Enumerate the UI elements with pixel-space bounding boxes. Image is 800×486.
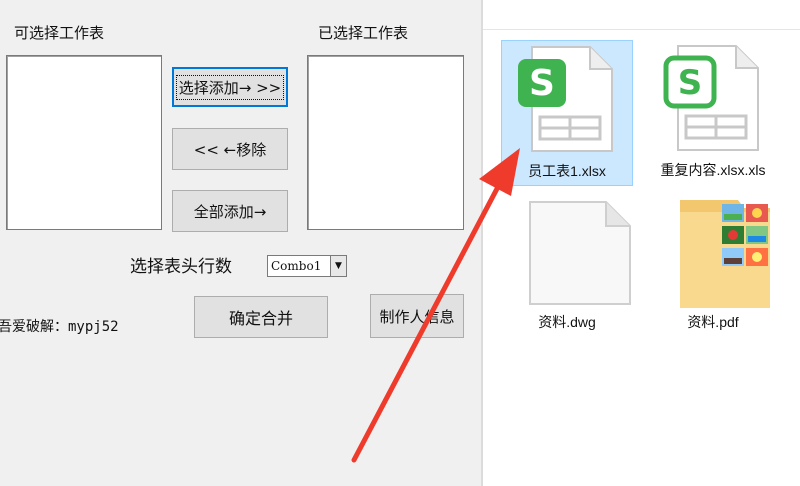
file-name: 资料.pdf bbox=[687, 314, 739, 330]
explorer-header-bar bbox=[483, 0, 800, 30]
blank-file-icon bbox=[529, 201, 631, 305]
file-name: 资料.dwg bbox=[538, 314, 596, 330]
picture-folder-icon bbox=[680, 200, 770, 308]
header-rows-combo[interactable]: Combo1 ▼ bbox=[267, 255, 347, 277]
file-item[interactable]: S 重复内容.xlsx.xls bbox=[647, 40, 779, 186]
file-item[interactable]: S 员工表1.xlsx bbox=[501, 40, 633, 186]
selected-sheets-list[interactable] bbox=[307, 55, 464, 230]
author-info-label: 制作人信息 bbox=[379, 307, 455, 326]
author-info-button[interactable]: 制作人信息 bbox=[370, 294, 464, 338]
available-sheets-label: 可选择工作表 bbox=[14, 24, 105, 42]
credit-text: 吾爱破解：mypj52 bbox=[0, 319, 119, 335]
confirm-merge-label: 确定合并 bbox=[228, 309, 293, 328]
add-selected-button[interactable]: 选择添加→ >> bbox=[172, 67, 288, 107]
file-name: 员工表1.xlsx bbox=[528, 163, 606, 179]
spreadsheet-icon: S bbox=[518, 46, 613, 152]
svg-text:S: S bbox=[529, 63, 555, 104]
file-name: 重复内容.xlsx.xls bbox=[660, 162, 766, 178]
spreadsheet-icon: S bbox=[663, 45, 759, 151]
remove-label: << ←移除 bbox=[193, 140, 267, 159]
confirm-merge-button[interactable]: 确定合并 bbox=[194, 296, 328, 338]
selected-sheets-label: 已选择工作表 bbox=[318, 24, 409, 42]
file-item[interactable]: 资料.pdf bbox=[647, 196, 779, 342]
file-explorer: S 员工表1.xlsx S 重复内容.xlsx.xls 资料.dwg 资料.pd… bbox=[483, 0, 800, 486]
combo-value: Combo1 bbox=[271, 259, 322, 273]
available-sheets-list[interactable] bbox=[6, 55, 162, 230]
add-all-label: 全部添加→ bbox=[193, 202, 267, 221]
remove-button[interactable]: << ←移除 bbox=[172, 128, 288, 170]
chevron-down-icon[interactable]: ▼ bbox=[330, 256, 346, 276]
merge-sheets-dialog: 可选择工作表 已选择工作表 选择添加→ >> << ←移除 全部添加→ 选择表头… bbox=[0, 0, 481, 486]
add-selected-label: 选择添加→ >> bbox=[175, 74, 285, 100]
add-all-button[interactable]: 全部添加→ bbox=[172, 190, 288, 232]
file-item[interactable]: 资料.dwg bbox=[501, 196, 633, 342]
svg-text:S: S bbox=[678, 63, 703, 103]
header-rows-label: 选择表头行数 bbox=[130, 257, 232, 277]
